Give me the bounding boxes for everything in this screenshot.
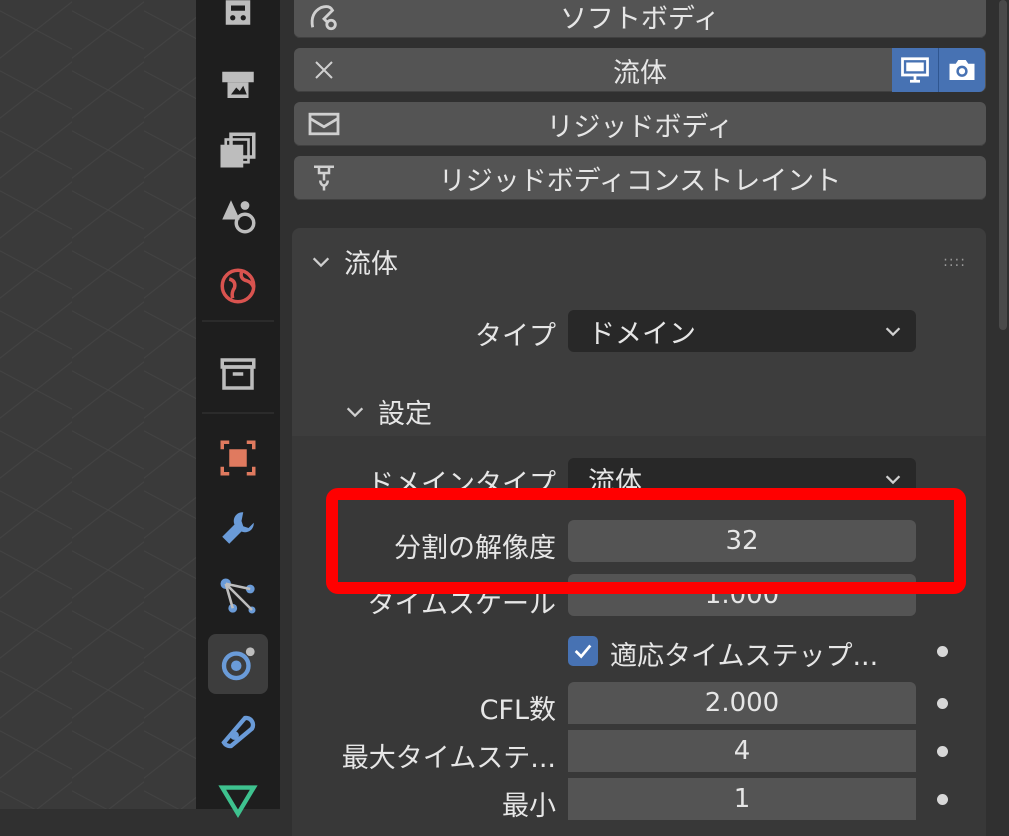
3d-viewport[interactable] [0,0,196,809]
physics-icon [221,647,255,681]
object-icon [220,440,256,476]
rigid-body-constraint-button[interactable]: リジッドボディコンストレイント [294,156,986,200]
keyframe-dot[interactable] [937,746,948,757]
chevron-down-icon [346,407,364,417]
fluid-button[interactable]: 流体 [294,48,986,92]
highlight-box [326,488,966,594]
rigid-body-button[interactable]: リジッドボディ [294,102,986,146]
adaptive-timestep-checkbox[interactable] [568,636,598,666]
world-icon [220,268,256,304]
camera-icon [949,60,975,80]
tab-scene[interactable] [208,186,268,246]
printer-icon [225,0,251,25]
type-dropdown[interactable]: ドメイン [568,310,916,352]
mesh-data-icon [218,785,258,819]
scene-icon [222,200,256,234]
min-timestep-field[interactable]: 1 [568,778,916,820]
soft-body-button[interactable]: ソフトボディ [294,0,986,38]
properties-editor: ソフトボディ 流体 リジッドボディ リジッドボディコンストレイント 流体 :::… [280,0,1009,836]
drag-handle-icon[interactable]: :::: [943,254,966,270]
min-timestep-label: 最小 [502,791,556,822]
chevron-down-icon [312,257,330,267]
monitor-icon [901,57,929,83]
tab-output[interactable] [208,0,268,46]
rigid-body-constraint-label: リジッドボディコンストレイント [438,165,842,197]
fluid-panel-header[interactable]: 流体 [310,242,398,281]
keyframe-dot[interactable] [937,794,948,805]
keyframe-dot[interactable] [937,646,948,657]
keyframe-dot[interactable] [937,698,948,709]
tab-physics[interactable] [208,634,268,694]
soft-body-label: ソフトボディ [559,3,721,35]
constraint-icon [221,715,256,749]
tab-view-layer[interactable] [208,120,268,180]
images-icon [220,132,256,168]
particles-icon [220,578,256,614]
type-value: ドメイン [588,318,696,350]
tab-world[interactable] [208,256,268,316]
cfl-label: CFL数 [479,695,556,726]
settings-subpanel-header[interactable]: 設定 [344,392,432,431]
chevron-down-icon [885,327,901,337]
rigid-body-label: リジッドボディ [546,111,734,143]
archive-icon [220,358,256,390]
settings-title: 設定 [378,399,432,430]
fluid-label: 流体 [613,57,667,89]
cfl-field[interactable]: 2.000 [568,682,916,724]
max-timestep-field[interactable]: 4 [568,730,916,772]
fluid-panel-title: 流体 [344,249,398,280]
toggle-viewport[interactable] [892,48,939,92]
tab-render-output[interactable] [208,54,268,114]
toggle-render[interactable] [939,48,985,92]
print-icon [222,71,254,98]
scrollbar[interactable] [999,0,1007,330]
wrench-icon [222,512,254,544]
type-label: タイプ [475,321,556,352]
chevron-down-icon [885,475,901,485]
max-timestep-label: 最大タイムステ... [341,743,556,774]
tab-collection[interactable] [208,344,268,404]
adaptive-timestep-label: 適応タイムステップ... [610,641,879,672]
checkmark-icon [574,644,592,659]
